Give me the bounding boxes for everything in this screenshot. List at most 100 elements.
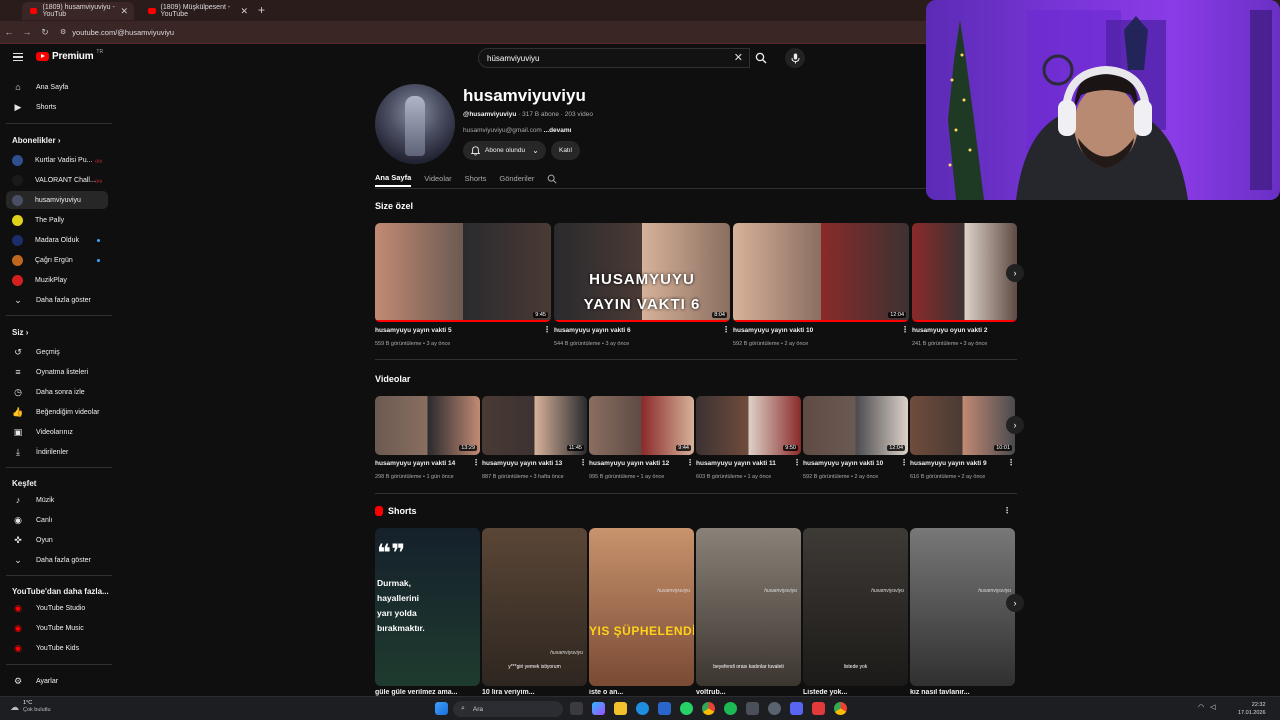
section-title-shorts[interactable]: Shorts — [375, 506, 417, 516]
sidebar-subscription-item[interactable]: The Pally — [6, 211, 108, 229]
browser-tab[interactable]: (1809) Müşkülpesent - YouTube ✕ — [140, 2, 254, 20]
more-options-icon[interactable]: ⋮ — [793, 458, 801, 467]
sidebar-subscription-item[interactable]: Madara Olduk — [6, 231, 108, 249]
taskbar-search-input[interactable]: ⌕ Ara — [453, 701, 563, 717]
video-thumbnail[interactable]: 10:01 — [910, 396, 1015, 455]
steam-icon[interactable] — [768, 702, 781, 715]
video-title[interactable]: husamyuyu oyun vakti 2 — [912, 327, 988, 334]
weather-widget[interactable]: ☁ 1°C Çok bulutlu — [10, 700, 51, 714]
subscribed-button[interactable]: Abone olundu ⌄ — [463, 141, 546, 160]
sidebar-item[interactable]: ◉ YouTube Kids — [6, 639, 108, 657]
url-field[interactable]: youtube.com/@husamviyuviyu — [72, 28, 174, 37]
sidebar-subscription-item[interactable]: Kurtlar Vadisi Pu... ((•)) — [6, 151, 108, 169]
video-title[interactable]: husamyuyu yayın vakti 10 — [803, 460, 883, 467]
chrome-icon[interactable] — [702, 702, 715, 715]
sidebar-item-home[interactable]: ⌂ Ana Sayfa — [6, 78, 108, 96]
next-arrow-icon[interactable]: › — [1006, 416, 1024, 434]
sidebar-item[interactable]: ↺ Geçmiş — [6, 343, 108, 361]
file-explorer-icon[interactable] — [614, 702, 627, 715]
sidebar-item[interactable]: 👍 Beğendiğim videolar — [6, 403, 108, 421]
task-view-icon[interactable] — [570, 702, 583, 715]
close-tab-icon[interactable]: ✕ — [240, 6, 248, 17]
sidebar-subscription-item[interactable]: MuzikPlay — [6, 271, 108, 289]
clear-search-icon[interactable]: ✕ — [734, 51, 743, 64]
store-icon[interactable] — [658, 702, 671, 715]
sidebar-subscription-item[interactable]: VALORANT Chall... ((•)) — [6, 171, 108, 189]
you-heading[interactable]: Siz › — [12, 328, 28, 337]
sidebar-item[interactable]: ⌄ Daha fazla göster — [6, 551, 108, 569]
short-thumbnail[interactable]: y***giri yemek istiyorum husamviyuviyu — [482, 528, 587, 686]
youtube-logo[interactable]: Premium TR — [36, 49, 103, 62]
channel-search-icon[interactable] — [547, 170, 557, 187]
video-title[interactable]: husamyuyu yayın vakti 12 — [589, 460, 669, 467]
more-options-icon[interactable]: ⋮ — [472, 458, 480, 467]
video-title[interactable]: husamyuyu yayın vakti 13 — [482, 460, 562, 467]
video-title[interactable]: husamyuyu yayın vakti 10 — [733, 327, 813, 334]
video-title[interactable]: husamyuyu yayın vakti 14 — [375, 460, 455, 467]
sidebar-item[interactable]: ◉ Canlı — [6, 511, 108, 529]
short-thumbnail[interactable]: listede yok husamviyuviyu — [803, 528, 908, 686]
channel-avatar[interactable] — [375, 84, 455, 164]
more-options-icon[interactable]: ⋮ — [1007, 458, 1015, 467]
app-icon[interactable] — [746, 702, 759, 715]
more-options-icon[interactable]: ⋮ — [901, 325, 909, 334]
new-tab-icon[interactable]: + — [258, 3, 265, 17]
short-thumbnail[interactable]: beyefendi orası kadınlar tuvaleti husamvi… — [696, 528, 801, 686]
next-arrow-icon[interactable]: › — [1006, 594, 1024, 612]
tab-videos[interactable]: Videolar — [424, 170, 451, 187]
video-thumbnail[interactable]: 13:29 — [375, 396, 480, 455]
section-title-videos[interactable]: Videolar — [375, 374, 410, 384]
sidebar-item[interactable]: ◷ Daha sonra izle — [6, 383, 108, 401]
video-title[interactable]: husamyuyu yayın vakti 9 — [910, 460, 987, 467]
clock[interactable]: 22:32 17.01.2026 — [1238, 701, 1266, 717]
video-thumbnail[interactable]: 12:04 — [803, 396, 908, 455]
spotify-icon[interactable] — [724, 702, 737, 715]
tab-posts[interactable]: Gönderiler — [499, 170, 534, 187]
more-link[interactable]: ...devamı — [544, 127, 572, 134]
short-thumbnail[interactable]: husamviyuviyu — [910, 528, 1015, 686]
subscriptions-heading[interactable]: Abonelikler › — [12, 136, 60, 145]
sidebar-item[interactable]: ♪ Müzik — [6, 491, 108, 509]
discord-icon[interactable] — [790, 702, 803, 715]
reload-icon[interactable]: ↻ — [36, 27, 54, 38]
whatsapp-icon[interactable] — [680, 702, 693, 715]
search-input[interactable]: hüsamviyuviyu ✕ — [478, 48, 750, 68]
sidebar-show-more-subs[interactable]: ⌄ Daha fazla göster — [6, 291, 108, 309]
back-icon[interactable]: ← — [0, 27, 18, 37]
sidebar-item[interactable]: ⤓ İndirilenler — [6, 443, 108, 461]
menu-icon[interactable] — [13, 53, 23, 61]
video-thumbnail[interactable]: 9:50 — [696, 396, 801, 455]
video-thumbnail[interactable]: 12:04 — [733, 223, 909, 322]
more-options-icon[interactable]: ⋮ — [543, 325, 551, 334]
chrome-icon[interactable] — [834, 702, 847, 715]
edge-icon[interactable] — [636, 702, 649, 715]
more-options-icon[interactable]: ⋮ — [722, 325, 730, 334]
forward-icon[interactable]: → — [18, 27, 36, 37]
tab-shorts[interactable]: Shorts — [465, 170, 487, 187]
app-icon[interactable] — [812, 702, 825, 715]
sidebar-item-shorts[interactable]: ▶ Shorts — [6, 98, 108, 116]
video-title[interactable]: husamyuyu yayın vakti 5 — [375, 327, 452, 334]
more-options-icon[interactable]: ⋮ — [579, 458, 587, 467]
close-tab-icon[interactable]: ✕ — [120, 6, 128, 17]
more-options-icon[interactable]: ⋮ — [900, 458, 908, 467]
join-button[interactable]: Katıl — [551, 141, 580, 160]
channel-description[interactable]: husamviyuviyu@gmail.com ...devamı — [463, 127, 572, 134]
video-thumbnail[interactable]: HUSAMYUYU YAYIN VAKTI 6 8:04 — [554, 223, 730, 322]
sidebar-subscription-item[interactable]: husamviyuviyu — [6, 191, 108, 209]
more-options-icon[interactable]: ⋮ — [686, 458, 694, 467]
tab-home[interactable]: Ana Sayfa — [375, 170, 412, 187]
video-title[interactable]: husamyuyu yayın vakti 11 — [696, 460, 776, 467]
sidebar-item[interactable]: ◉ YouTube Studio — [6, 599, 108, 617]
sidebar-item[interactable]: ◉ YouTube Music — [6, 619, 108, 637]
sidebar-item[interactable]: ▣ Videolarınız — [6, 423, 108, 441]
next-arrow-icon[interactable]: › — [1006, 264, 1024, 282]
more-options-icon[interactable]: ⋮ — [1003, 506, 1011, 515]
system-tray[interactable]: ◠ ◁ — [1198, 703, 1216, 711]
sidebar-item[interactable]: ✜ Oyun — [6, 531, 108, 549]
site-settings-icon[interactable]: ⚙ — [60, 28, 66, 36]
browser-tab-active[interactable]: (1809) husamviyuviyu - YouTub ✕ — [22, 2, 134, 20]
video-title[interactable]: husamyuyu yayın vakti 6 — [554, 327, 631, 334]
sidebar-item-settings[interactable]: ⚙ Ayarlar — [6, 672, 108, 690]
sidebar-subscription-item[interactable]: Çağrı Ergün — [6, 251, 108, 269]
